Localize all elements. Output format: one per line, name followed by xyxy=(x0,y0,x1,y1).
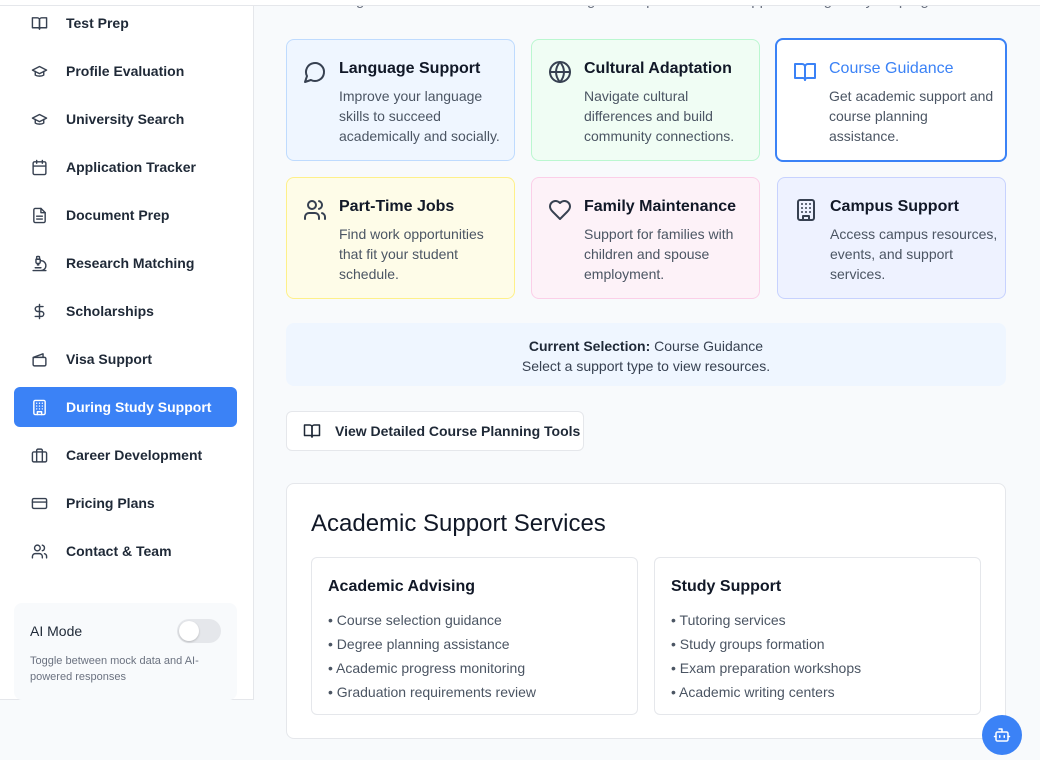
sidebar-item-label: Career Development xyxy=(66,447,203,463)
book-open-icon xyxy=(303,422,321,440)
users-icon xyxy=(303,198,327,222)
list-item: • Exam preparation workshops xyxy=(671,660,862,676)
chat-assistant-button[interactable] xyxy=(982,715,1022,755)
list-item: • Tutoring services xyxy=(671,612,786,628)
card-description: Access campus resources, events, and sup… xyxy=(830,226,998,282)
card-description: Improve your language skills to succeed … xyxy=(339,88,500,144)
sidebar-item-label: Test Prep xyxy=(66,15,129,31)
sidebar-item-label: Scholarships xyxy=(66,303,154,319)
service-card-academic-advising: Academic Advising • Course selection gui… xyxy=(311,557,638,715)
sidebar-item-career-development[interactable]: Career Development xyxy=(14,435,237,475)
support-card-family-maintenance[interactable]: Family Maintenance Support for families … xyxy=(531,177,760,299)
graduation-cap-icon xyxy=(30,62,48,80)
current-selection-panel: Current Selection: Course Guidance Selec… xyxy=(286,323,1006,386)
toggle-knob xyxy=(179,621,199,641)
microscope-icon xyxy=(30,254,48,272)
list-item: • Academic progress monitoring xyxy=(328,660,526,676)
sidebar-item-document-prep[interactable]: Document Prep xyxy=(14,195,237,235)
card-title: Language Support xyxy=(339,60,481,77)
sidebar-item-label: University Search xyxy=(66,111,185,127)
dollar-icon xyxy=(30,302,48,320)
calendar-icon xyxy=(30,158,48,176)
list-item: • Course selection guidance xyxy=(328,612,502,628)
card-description: Find work opportunities that fit your st… xyxy=(339,226,484,282)
section-title: Academic Support Services xyxy=(311,510,606,537)
list-item: • Graduation requirements review xyxy=(328,684,536,700)
top-bar xyxy=(0,0,1040,6)
card-title: Course Guidance xyxy=(829,60,954,77)
message-circle-icon xyxy=(303,60,327,84)
service-list: • Tutoring services • Study groups forma… xyxy=(671,608,861,704)
button-label: View Detailed Course Planning Tools xyxy=(335,423,581,439)
list-item: • Study groups formation xyxy=(671,636,825,652)
credit-card-icon xyxy=(30,494,48,512)
sidebar-item-label: Application Tracker xyxy=(66,159,196,175)
course-planning-tools-button[interactable]: View Detailed Course Planning Tools xyxy=(286,411,584,451)
ai-mode-label: AI Mode xyxy=(30,623,83,639)
card-title: Part-Time Jobs xyxy=(339,198,455,215)
sidebar-item-test-prep[interactable]: Test Prep xyxy=(14,3,237,43)
academic-support-services: Academic Support Services Academic Advis… xyxy=(286,483,1006,739)
card-description: Support for families with children and s… xyxy=(584,226,734,282)
sidebar-item-application-tracker[interactable]: Application Tracker xyxy=(14,147,237,187)
building-icon xyxy=(794,198,818,222)
users-icon xyxy=(30,542,48,560)
service-card-study-support: Study Support • Tutoring services • Stud… xyxy=(654,557,981,715)
book-open-icon xyxy=(30,14,48,32)
sidebar-item-label: Research Matching xyxy=(66,255,195,271)
globe-icon xyxy=(548,60,572,84)
selection-label: Current Selection: xyxy=(528,338,651,354)
sidebar-item-label: Profile Evaluation xyxy=(66,63,185,79)
graduation-cap-icon xyxy=(30,110,48,128)
support-card-course-guidance[interactable]: Course Guidance Get academic support and… xyxy=(775,38,1007,162)
support-card-part-time-jobs[interactable]: Part-Time Jobs Find work opportunities t… xyxy=(286,177,515,299)
sidebar-item-label: During Study Support xyxy=(66,399,212,415)
card-description: Get academic support and course planning… xyxy=(829,88,994,144)
service-title: Study Support xyxy=(671,578,782,595)
sidebar-item-profile-evaluation[interactable]: Profile Evaluation xyxy=(14,51,237,91)
sidebar-item-during-study-support[interactable]: During Study Support xyxy=(14,387,237,427)
service-list: • Course selection guidance • Degree pla… xyxy=(328,608,536,704)
ai-mode-description: Toggle between mock data and AI-powered … xyxy=(30,655,199,683)
sidebar-item-contact-team[interactable]: Contact & Team xyxy=(14,531,237,571)
sidebar-item-label: Contact & Team xyxy=(66,543,172,559)
list-item: • Academic writing centers xyxy=(671,684,835,700)
list-item: • Degree planning assistance xyxy=(328,636,510,652)
file-text-icon xyxy=(30,206,48,224)
selection-value: Course Guidance xyxy=(654,338,764,354)
heart-icon xyxy=(548,198,572,222)
card-title: Campus Support xyxy=(830,198,959,215)
sidebar-item-label: Pricing Plans xyxy=(66,495,155,511)
sidebar-item-label: Visa Support xyxy=(66,351,153,367)
card-description: Navigate cultural differences and build … xyxy=(584,88,735,144)
passport-icon xyxy=(30,350,48,368)
sidebar-item-scholarships[interactable]: Scholarships xyxy=(14,291,237,331)
service-title: Academic Advising xyxy=(328,578,476,595)
selection-hint: Select a support type to view resources. xyxy=(521,358,771,374)
support-card-cultural[interactable]: Cultural Adaptation Navigate cultural di… xyxy=(531,39,760,161)
ai-mode-panel: AI Mode Toggle between mock data and AI-… xyxy=(14,603,237,700)
sidebar: Test Prep Profile Evaluation University … xyxy=(0,0,254,700)
sidebar-item-visa-support[interactable]: Visa Support xyxy=(14,339,237,379)
sidebar-item-pricing-plans[interactable]: Pricing Plans xyxy=(14,483,237,523)
book-open-icon xyxy=(793,60,817,84)
support-card-language[interactable]: Language Support Improve your language s… xyxy=(286,39,515,161)
sidebar-item-label: Document Prep xyxy=(66,207,170,223)
ai-mode-toggle[interactable] xyxy=(177,619,221,643)
support-card-campus-support[interactable]: Campus Support Access campus resources, … xyxy=(777,177,1006,299)
card-title: Family Maintenance xyxy=(584,198,737,215)
card-title: Cultural Adaptation xyxy=(584,60,732,77)
sidebar-item-research-matching[interactable]: Research Matching xyxy=(14,243,237,283)
briefcase-icon xyxy=(30,446,48,464)
building-icon xyxy=(30,398,48,416)
bot-icon xyxy=(993,726,1011,744)
sidebar-item-university-search[interactable]: University Search xyxy=(14,99,237,139)
current-selection: Current Selection: Course Guidance xyxy=(286,338,1006,354)
